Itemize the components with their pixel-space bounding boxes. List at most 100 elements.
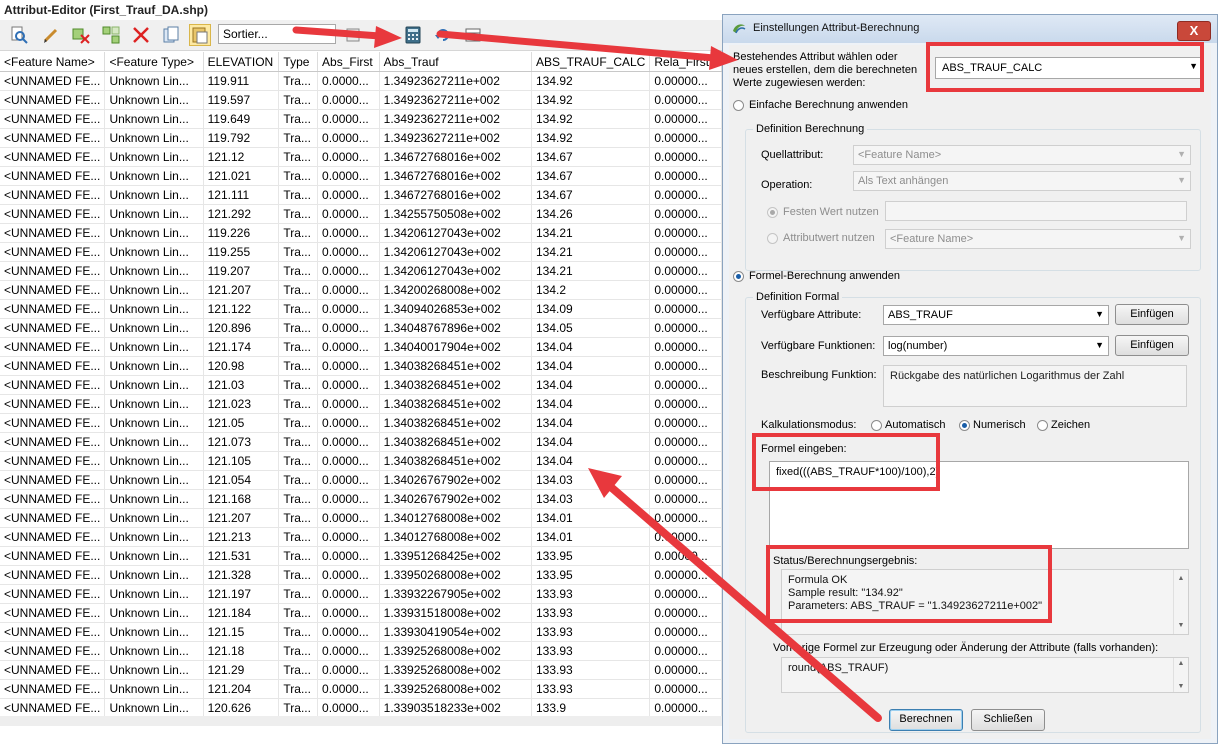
table-cell[interactable]: 0.00000... (649, 413, 722, 433)
table-cell[interactable]: Unknown Lin... (104, 299, 204, 319)
table-cell[interactable]: 0.00000... (649, 546, 722, 566)
dialog-titlebar[interactable]: Einstellungen Attribut-Berechnung X (723, 15, 1217, 43)
table-cell[interactable]: 0.0000... (317, 413, 380, 433)
table-cell[interactable]: 134.01 (531, 527, 651, 547)
table-row[interactable]: <UNNAMED FE... Unknown Lin... 119.597 Tra..… (0, 90, 722, 110)
table-cell[interactable]: 134.21 (531, 223, 651, 243)
table-cell[interactable]: Tra... (278, 451, 319, 471)
table-cell[interactable]: 1.33932267905e+002 (379, 584, 532, 604)
table-cell[interactable]: Unknown Lin... (104, 185, 204, 205)
status-scrollbar[interactable]: ▲ ▼ (1173, 570, 1188, 634)
fixed-value-input[interactable] (885, 201, 1187, 221)
table-cell[interactable]: Tra... (278, 128, 319, 148)
table-cell[interactable]: Unknown Lin... (104, 166, 204, 186)
table-cell[interactable]: 0.0000... (317, 71, 380, 91)
table-cell[interactable]: Unknown Lin... (104, 337, 204, 357)
table-cell[interactable]: 120.626 (203, 698, 280, 718)
mode-automatic-radio[interactable] (871, 420, 882, 431)
table-cell[interactable]: 1.34048767896e+002 (379, 318, 532, 338)
table-cell[interactable]: 121.213 (203, 527, 280, 547)
table-row[interactable]: <UNNAMED FE... Unknown Lin... 121.213 Tra..… (0, 527, 722, 547)
table-cell[interactable]: 121.207 (203, 280, 280, 300)
table-row[interactable]: <UNNAMED FE... Unknown Lin... 119.649 Tra..… (0, 109, 722, 129)
table-cell[interactable]: 0.0000... (317, 470, 380, 490)
table-cell[interactable]: Unknown Lin... (104, 147, 204, 167)
table-cell[interactable]: 133.93 (531, 603, 651, 623)
table-cell[interactable]: 0.00000... (649, 451, 722, 471)
table-cell[interactable]: Tra... (278, 394, 319, 414)
table-cell[interactable]: 134.04 (531, 375, 651, 395)
table-cell[interactable]: <UNNAMED FE... (0, 432, 106, 452)
export-icon[interactable] (462, 24, 484, 46)
table-cell[interactable]: Unknown Lin... (104, 223, 204, 243)
table-cell[interactable]: 121.292 (203, 204, 280, 224)
table-cell[interactable]: 0.00000... (649, 147, 722, 167)
table-cell[interactable]: 1.34255750508e+002 (379, 204, 532, 224)
table-cell[interactable]: 0.0000... (317, 375, 380, 395)
table-row[interactable]: <UNNAMED FE... Unknown Lin... 121.197 Tra..… (0, 584, 722, 604)
table-cell[interactable]: 1.33925268008e+002 (379, 679, 532, 699)
table-cell[interactable]: <UNNAMED FE... (0, 603, 106, 623)
table-cell[interactable]: 134.67 (531, 185, 651, 205)
table-row[interactable]: <UNNAMED FE... Unknown Lin... 121.204 Tra..… (0, 679, 722, 699)
table-cell[interactable]: 0.00000... (649, 698, 722, 718)
table-cell[interactable]: 0.00000... (649, 280, 722, 300)
table-cell[interactable]: <UNNAMED FE... (0, 90, 106, 110)
table-cell[interactable]: 134.92 (531, 128, 651, 148)
table-cell[interactable]: 134.04 (531, 394, 651, 414)
table-cell[interactable]: 0.0000... (317, 679, 380, 699)
table-cell[interactable]: 134.04 (531, 451, 651, 471)
table-cell[interactable]: 0.0000... (317, 584, 380, 604)
table-row[interactable]: <UNNAMED FE... Unknown Lin... 121.122 Tra..… (0, 299, 722, 319)
table-row[interactable]: <UNNAMED FE... Unknown Lin... 121.168 Tra..… (0, 489, 722, 509)
table-row[interactable]: <UNNAMED FE... Unknown Lin... 121.073 Tra..… (0, 432, 722, 452)
table-cell[interactable]: 0.0000... (317, 166, 380, 186)
table-cell[interactable]: 0.00000... (649, 71, 722, 91)
source-attribute-select[interactable]: <Feature Name> ▼ (853, 145, 1191, 165)
close-icon[interactable]: X (1177, 21, 1211, 41)
table-row[interactable]: <UNNAMED FE... Unknown Lin... 121.174 Tra..… (0, 337, 722, 357)
table-cell[interactable]: 134.04 (531, 432, 651, 452)
table-row[interactable]: <UNNAMED FE... Unknown Lin... 121.184 Tra..… (0, 603, 722, 623)
table-cell[interactable]: 0.00000... (649, 109, 722, 129)
table-cell[interactable]: 0.0000... (317, 242, 380, 262)
table-cell[interactable]: Tra... (278, 375, 319, 395)
table-cell[interactable]: Unknown Lin... (104, 280, 204, 300)
table-cell[interactable]: Tra... (278, 698, 319, 718)
table-cell[interactable]: Unknown Lin... (104, 470, 204, 490)
operation-select[interactable]: Als Text anhängen ▼ (853, 171, 1191, 191)
table-cell[interactable]: Tra... (278, 337, 319, 357)
table-cell[interactable]: 1.34923627211e+002 (379, 71, 532, 91)
table-cell[interactable]: 1.33951268425e+002 (379, 546, 532, 566)
table-cell[interactable]: 1.34040017904e+002 (379, 337, 532, 357)
table-row[interactable]: <UNNAMED FE... Unknown Lin... 121.05 Tra...… (0, 413, 722, 433)
table-cell[interactable]: 0.00000... (649, 223, 722, 243)
scroll-down-icon[interactable]: ▼ (1174, 619, 1188, 632)
table-cell[interactable]: Unknown Lin... (104, 603, 204, 623)
table-cell[interactable]: Tra... (278, 527, 319, 547)
table-cell[interactable]: <UNNAMED FE... (0, 489, 106, 509)
table-cell[interactable]: <UNNAMED FE... (0, 394, 106, 414)
column-header[interactable]: Rela_First (649, 52, 722, 72)
table-cell[interactable]: Tra... (278, 641, 319, 661)
table-cell[interactable]: Tra... (278, 185, 319, 205)
fixed-value-radio[interactable] (767, 207, 778, 218)
table-cell[interactable]: Tra... (278, 90, 319, 110)
table-cell[interactable]: 0.00000... (649, 470, 722, 490)
table-cell[interactable]: 0.00000... (649, 603, 722, 623)
table-cell[interactable]: 119.911 (203, 71, 280, 91)
table-cell[interactable]: 121.15 (203, 622, 280, 642)
table-cell[interactable]: 134.92 (531, 71, 651, 91)
table-row[interactable]: <UNNAMED FE... Unknown Lin... 121.023 Tra..… (0, 394, 722, 414)
table-cell[interactable]: <UNNAMED FE... (0, 71, 106, 91)
table-cell[interactable]: 0.00000... (649, 299, 722, 319)
table-cell[interactable]: 119.597 (203, 90, 280, 110)
table-cell[interactable]: 0.00000... (649, 356, 722, 376)
table-cell[interactable]: 134.92 (531, 90, 651, 110)
table-cell[interactable]: 134.04 (531, 337, 651, 357)
table-cell[interactable]: 1.33950268008e+002 (379, 565, 532, 585)
table-cell[interactable]: 1.33931518008e+002 (379, 603, 532, 623)
table-cell[interactable]: 0.0000... (317, 90, 380, 110)
table-cell[interactable]: 1.33903518233e+002 (379, 698, 532, 718)
table-cell[interactable]: 121.207 (203, 508, 280, 528)
